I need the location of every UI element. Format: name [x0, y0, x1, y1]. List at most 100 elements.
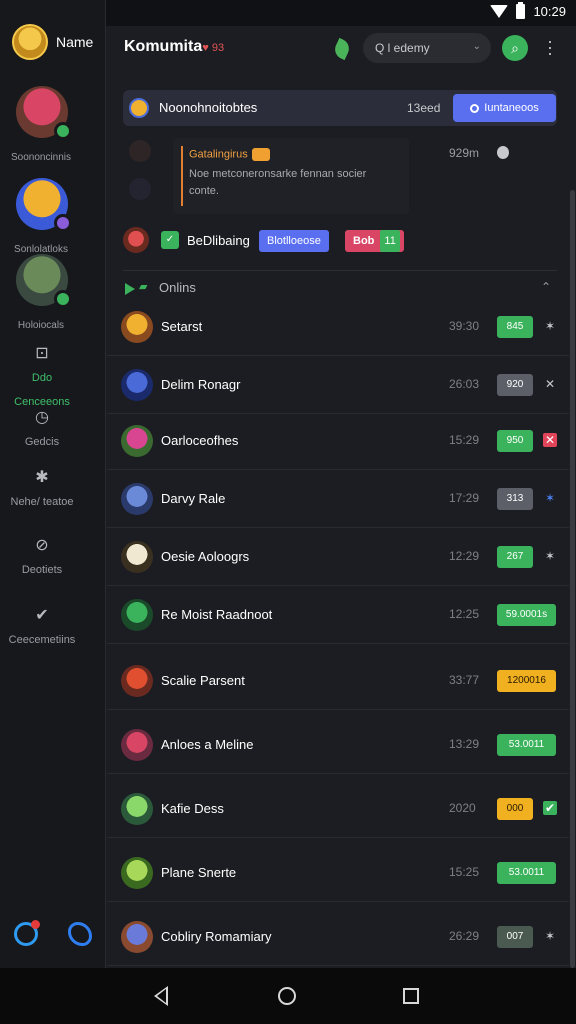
member-row[interactable]: Plane Snerte 15:25 53.0011 [107, 846, 569, 902]
row-action-icon[interactable]: ✔ [543, 801, 557, 815]
title-suffix: ♥ 93 [202, 42, 225, 54]
member-row[interactable]: Kafie Dess 2020 000 ✔ [107, 782, 569, 838]
notifications-icon[interactable] [14, 920, 40, 946]
row-action-icon[interactable]: ✶ [543, 549, 557, 563]
checkbox-icon[interactable]: ✓ [161, 231, 179, 249]
member-name: Kafie Dess [161, 801, 224, 816]
tag-count: 11 [380, 230, 400, 252]
online-badge [54, 122, 72, 140]
tag-badge[interactable]: Blotlloeose [259, 230, 329, 252]
notification-avatar [129, 98, 149, 118]
home-icon[interactable] [278, 987, 296, 1005]
member-name: Plane Snerte [161, 865, 237, 880]
wifi-icon [490, 5, 509, 18]
notification-banner[interactable]: Noonohnoitobtes 13eed Iuntaneoos [123, 90, 557, 126]
more-options-icon[interactable]: · · · [547, 32, 553, 62]
member-row[interactable]: Delim Ronagr 26:03 920 ✕ [107, 358, 569, 414]
user-name: Name [56, 34, 94, 50]
sidebar-item[interactable]: ⊡ Ddo Cenceeons [0, 344, 84, 408]
chevron-down-icon[interactable]: ⌄ [473, 41, 481, 52]
member-row[interactable]: Anloes a Meline 13:29 53.0011 [107, 718, 569, 774]
member-time: 17:29 [449, 491, 480, 505]
member-time: 2020 [449, 801, 476, 815]
main-content: Noonohnoitobtes 13eed Iuntaneoos Gatalin… [107, 80, 569, 968]
sidebar-item[interactable]: ✱ Nehe/ teatoe [0, 468, 84, 508]
avatar [121, 857, 153, 889]
sidebar-item-sublabel: Cenceeons [14, 396, 70, 408]
message-time: 929m [449, 146, 480, 160]
search-input[interactable]: Q l edemy ⌄ [363, 33, 491, 63]
leaf-icon[interactable] [331, 37, 353, 61]
notification-dot [31, 920, 40, 929]
status-badge: 267 [497, 546, 533, 568]
status-badge: 1200016 [497, 670, 556, 692]
status-badge: 845 [497, 316, 533, 338]
row-action-icon[interactable]: ✕ [543, 433, 557, 447]
avatar [121, 599, 153, 631]
pinned-title: BeDlibaing [187, 233, 250, 248]
search-button[interactable]: ⌕ [502, 35, 528, 61]
gear-icon: ✱ [35, 469, 49, 486]
message-preview[interactable]: Gatalingirus Noe metconeronsarke fennan … [173, 138, 409, 214]
member-row[interactable]: Re Moist Raadnoot 12:25 59.0001s [107, 588, 569, 644]
flag-icon: ▰ [139, 281, 148, 293]
row-action-icon[interactable]: ✶ [543, 319, 557, 333]
current-user[interactable]: Name [12, 24, 93, 60]
back-icon[interactable] [154, 986, 168, 1006]
sidebar-avatar-label: Holoiocals [17, 320, 65, 331]
avatar [121, 729, 153, 761]
avatar [121, 921, 153, 953]
sidebar-item-label: Gedcis [24, 436, 60, 448]
compass-icon: ⊘ [35, 537, 49, 554]
status-badge: 000 [497, 798, 533, 820]
row-action-icon[interactable]: ✶ [543, 929, 557, 943]
sidebar-avatar[interactable] [16, 86, 72, 140]
tag-badge[interactable]: Bob 11 [345, 230, 404, 252]
fire-icon [251, 148, 270, 161]
section-title: Onlins [159, 280, 196, 295]
message-title: Gatalingirus [189, 148, 270, 161]
member-row[interactable]: Scalie Parsent 33:77 1200016 [107, 654, 569, 710]
battery-icon [516, 2, 526, 19]
avatar [121, 425, 153, 457]
system-nav-bar [0, 968, 576, 1024]
member-time: 26:03 [449, 377, 480, 391]
member-name: Cobliry Romamiary [161, 929, 272, 944]
divider [123, 270, 557, 271]
member-name: Delim Ronagr [161, 377, 241, 392]
header: Komumita♥ 93 Q l edemy ⌄ ⌕ · · · [107, 26, 576, 76]
sidebar-item-label: Nehe/ teatoe [10, 496, 74, 508]
scrollbar[interactable] [570, 190, 575, 968]
notification-text: Noonohnoitobtes [159, 100, 258, 115]
member-row[interactable]: Oesie Aoloogrs 12:29 267 ✶ [107, 530, 569, 586]
member-row[interactable]: Setarst 39:30 845 ✶ [107, 300, 569, 356]
member-row[interactable]: Oarloceofhes 15:29 950 ✕ [107, 414, 569, 470]
row-action-icon[interactable]: ✕ [543, 377, 557, 391]
sidebar-avatar-label: Soononcinnis [10, 152, 72, 163]
online-section-header[interactable]: ▰ Onlins ⌃ [107, 270, 569, 298]
sidebar-item[interactable]: ◷ Gedcis [0, 408, 84, 448]
row-action-icon[interactable]: ✶ [543, 491, 557, 505]
gamepad-icon: ⊡ [35, 345, 49, 362]
member-name: Setarst [161, 319, 203, 334]
chevron-up-icon[interactable]: ⌃ [541, 280, 551, 294]
notification-count: 13eed [407, 101, 441, 115]
member-row[interactable]: Cobliry Romamiary 26:29 007 ✶ [107, 910, 569, 966]
member-time: 15:25 [449, 865, 480, 879]
recents-icon[interactable] [403, 988, 419, 1004]
edit-icon[interactable] [68, 922, 92, 946]
sidebar-item[interactable]: ⊘ Deotiets [0, 536, 84, 576]
status-badge: 53.0011 [497, 734, 556, 756]
avatar [123, 227, 149, 253]
sidebar-item-label: Ceecemetiins [8, 634, 76, 646]
avatar [121, 665, 153, 697]
page-title: Komumita♥ 93 [124, 38, 225, 55]
member-time: 13:29 [449, 737, 480, 751]
pinned-row[interactable]: ✓ BeDlibaing Blotlloeose Bob 11 [123, 225, 557, 257]
sidebar-item[interactable]: ✔ Ceecemetiins [0, 606, 84, 646]
sidebar-avatar[interactable] [16, 254, 72, 308]
notification-button[interactable]: Iuntaneoos [453, 94, 556, 122]
user-avatar[interactable] [12, 24, 48, 60]
sidebar-avatar[interactable] [16, 178, 72, 232]
member-row[interactable]: Darvy Rale 17:29 313 ✶ [107, 472, 569, 528]
